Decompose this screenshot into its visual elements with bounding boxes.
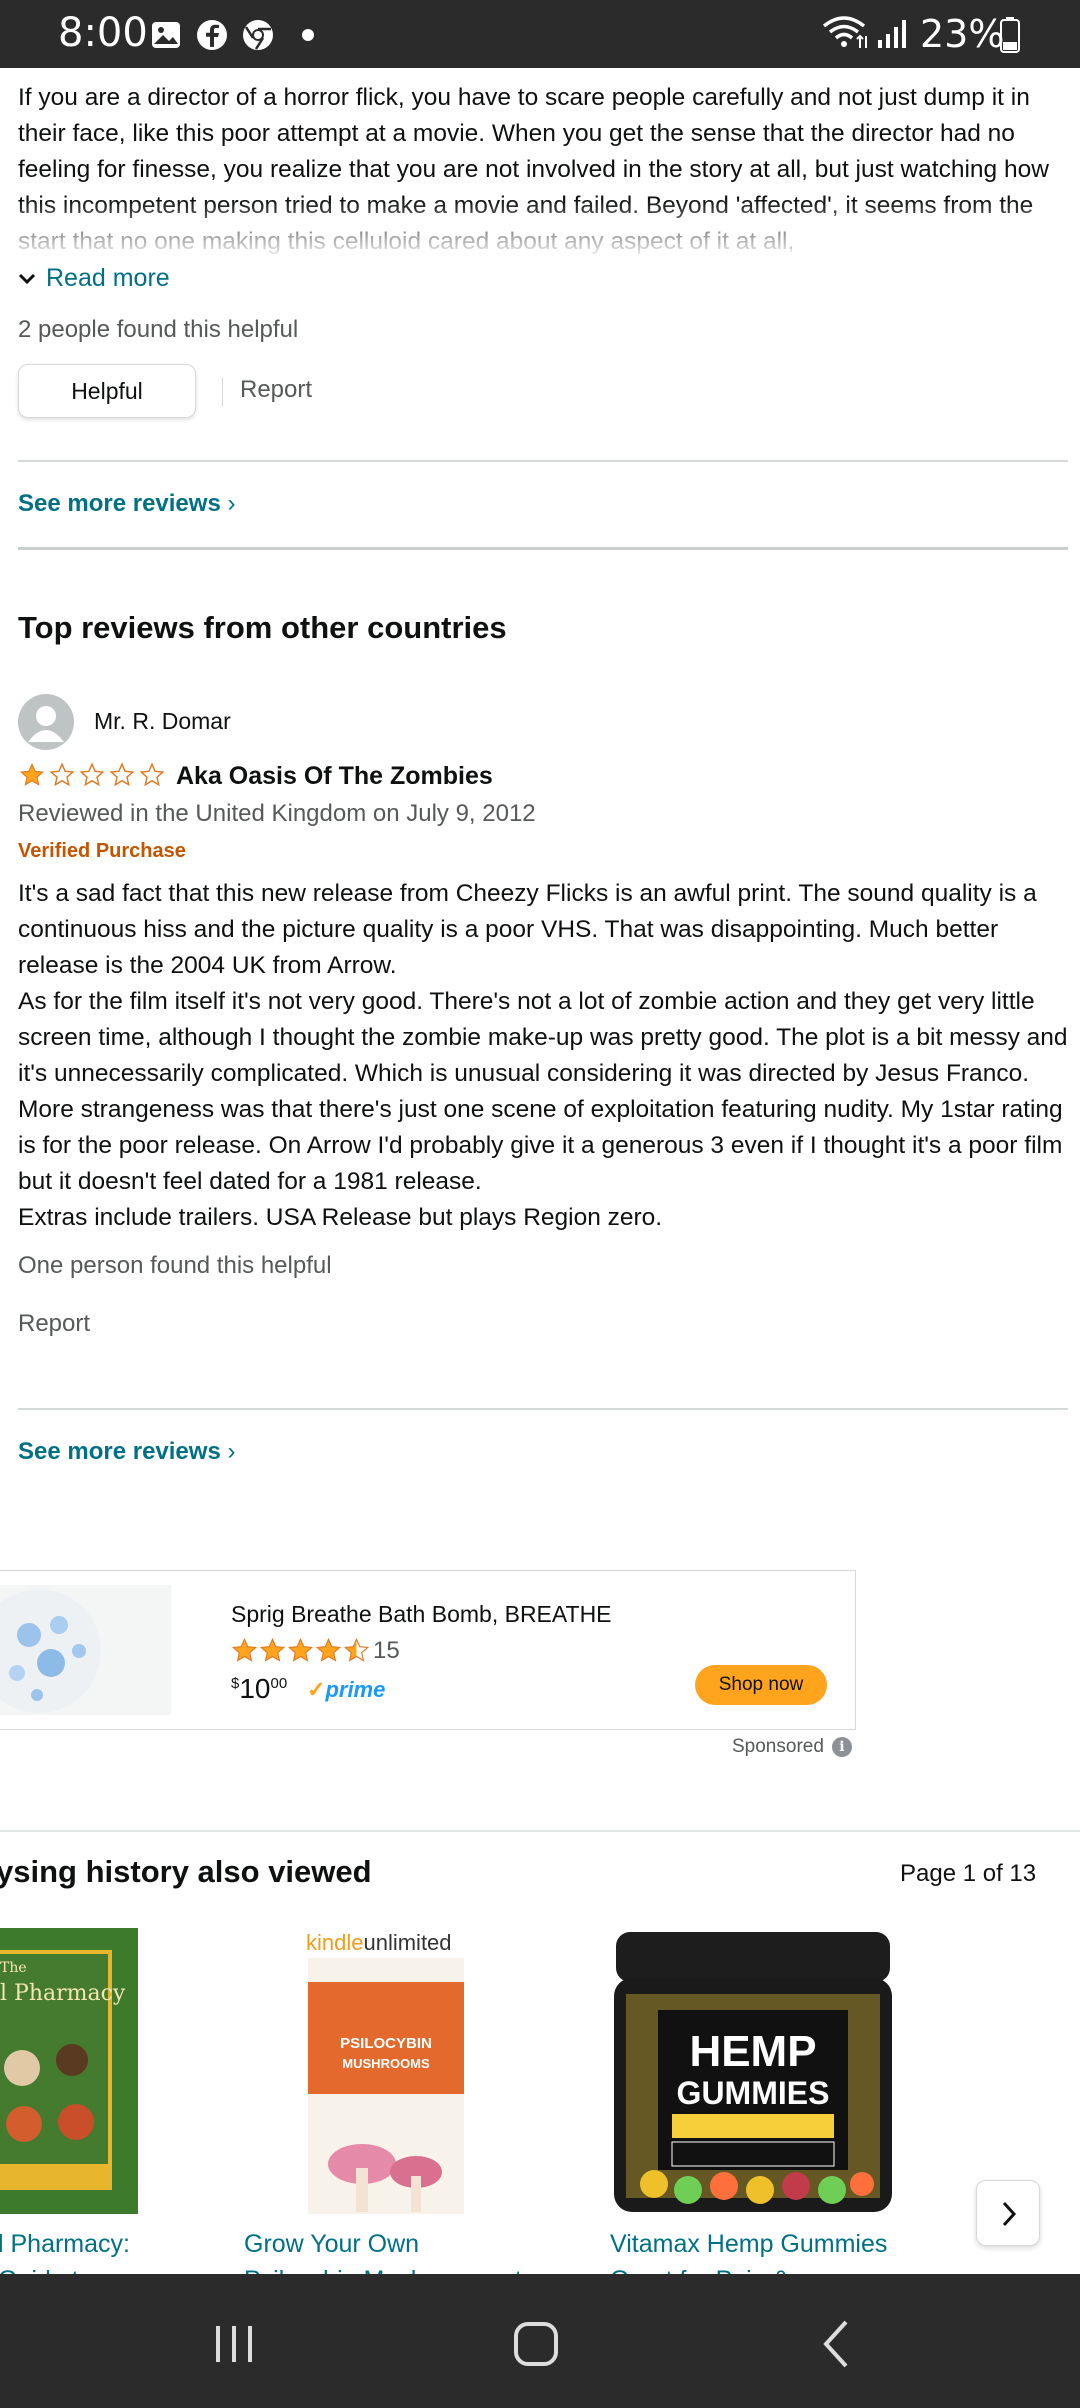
chevron-down-icon <box>18 273 36 284</box>
carousel-label-line: Vitamax Hemp Gummies <box>610 2230 888 2258</box>
wifi-icon <box>822 16 867 48</box>
price-whole: 10 <box>239 1673 271 1704</box>
ad-price: $10 00 <box>231 1673 287 1705</box>
review-text: It's a sad fact that this new release fr… <box>18 876 1068 1236</box>
facebook-icon <box>197 20 227 50</box>
divider <box>18 1408 1068 1410</box>
kindle-unlimited-logo: kindleunlimited <box>306 1930 452 1955</box>
review-paragraph: Extras include trailers. USA Release but… <box>18 1204 663 1231</box>
carousel-title: ysing history also viewed <box>0 1854 372 1889</box>
carousel-item-pharmacy[interactable]: The l Pharmacy <box>0 1928 138 2214</box>
star-empty-icon <box>79 762 105 787</box>
sponsored-text: Sponsored <box>732 1736 824 1757</box>
star-filled-icon <box>19 762 45 786</box>
review-paragraph: It's a sad fact that this new release fr… <box>18 880 1037 979</box>
reviewer-name[interactable]: Mr. R. Domar <box>94 708 231 735</box>
star-filled-icon <box>231 1637 258 1662</box>
bath-bomb-image <box>0 1589 101 1713</box>
see-more-reviews-link[interactable]: See more reviews › <box>18 1438 235 1466</box>
book-cover-text: PSILOCYBIN <box>340 2035 432 2052</box>
chrome-icon <box>243 20 273 50</box>
fade-overlay <box>0 200 1080 260</box>
star-rating <box>18 762 166 788</box>
ad-rating-count[interactable]: 15 <box>373 1637 400 1665</box>
book-cover-image: kindleunlimited PSILOCYBIN MUSHROOMS <box>304 1928 468 2218</box>
info-icon[interactable]: i <box>831 1737 852 1757</box>
ad-product-title[interactable]: Sprig Breathe Bath Bomb, BREATHE <box>231 1601 612 1628</box>
status-bar: 8:00 23% <box>0 0 1080 68</box>
star-filled-icon <box>259 1637 286 1662</box>
helpful-count: One person found this helpful <box>18 1252 332 1279</box>
divider <box>0 1830 1080 1832</box>
battery-percent: 23% <box>920 12 1005 56</box>
shop-now-button[interactable]: Shop now <box>695 1665 827 1705</box>
verified-purchase-badge: Verified Purchase <box>18 840 186 862</box>
star-half-icon <box>343 1637 370 1662</box>
book-cover-text: l Pharmacy <box>0 1981 126 2006</box>
section-divider <box>18 547 1068 550</box>
see-more-label: See more reviews <box>18 1438 221 1465</box>
section-title: Top reviews from other countries <box>18 610 507 645</box>
product-image: HEMP GUMMIES <box>614 1932 892 2212</box>
product-image[interactable] <box>0 1585 171 1715</box>
helpful-button[interactable]: Helpful <box>18 364 196 418</box>
carousel-item-psilocybin[interactable]: kindleunlimited PSILOCYBIN MUSHROOMS <box>304 1928 468 2218</box>
review-title[interactable]: Aka Oasis Of The Zombies <box>176 762 493 791</box>
notification-dot <box>302 29 314 41</box>
signal-icon <box>878 20 906 48</box>
book-cover-text: The <box>0 1960 27 1976</box>
helpful-count: 2 people found this helpful <box>18 316 299 343</box>
back-icon[interactable] <box>808 2314 868 2374</box>
price-fraction: 00 <box>270 1675 288 1692</box>
avatar <box>18 694 74 750</box>
user-icon <box>28 706 64 742</box>
prime-label: prime <box>325 1677 386 1702</box>
chevron-right-icon <box>1002 2201 1017 2227</box>
carousel-label-line: Grow Your Own <box>244 2230 420 2258</box>
star-filled-icon <box>315 1637 342 1662</box>
report-link[interactable]: Report <box>18 1310 90 1338</box>
read-more-link[interactable]: Read more <box>18 264 170 293</box>
recents-icon[interactable] <box>204 2314 264 2374</box>
price-currency: $ <box>231 1675 240 1692</box>
sponsored-label[interactable]: Sponsored i <box>732 1736 852 1758</box>
book-cover-image: The l Pharmacy <box>0 1928 138 2214</box>
page-indicator: Page 1 of 13 <box>900 1860 1037 1887</box>
product-label-text: HEMP <box>689 2027 816 2076</box>
prime-badge: ✓prime <box>307 1677 386 1702</box>
star-empty-icon <box>49 762 75 787</box>
gallery-icon <box>152 22 180 48</box>
star-empty-icon <box>139 762 165 787</box>
carousel-next-button[interactable] <box>976 2180 1040 2246</box>
see-more-label: See more reviews <box>18 490 221 517</box>
see-more-reviews-link[interactable]: See more reviews › <box>18 490 235 518</box>
navigation-bar <box>0 2274 1080 2408</box>
product-label-text: GUMMIES <box>677 2075 830 2111</box>
carousel-item-hemp-gummies[interactable]: HEMP GUMMIES <box>614 1928 892 2218</box>
review-date: Reviewed in the United Kingdom on July 9… <box>18 800 536 827</box>
star-empty-icon <box>109 762 135 787</box>
status-time: 8:00 <box>58 10 148 56</box>
review-paragraph: As for the film itself it's not very goo… <box>18 988 1068 1195</box>
sponsored-ad[interactable]: Sprig Breathe Bath Bomb, BREATHE 15 $10 0… <box>0 1570 856 1730</box>
star-filled-icon <box>287 1637 314 1662</box>
divider <box>18 460 1068 462</box>
separator <box>222 378 223 406</box>
carousel-label-line: l Pharmacy: <box>0 2230 130 2258</box>
home-icon[interactable] <box>506 2314 566 2374</box>
ad-star-rating <box>231 1637 370 1664</box>
report-link[interactable]: Report <box>240 376 312 404</box>
book-cover-text: MUSHROOMS <box>342 2056 430 2071</box>
battery-icon <box>1000 17 1020 53</box>
read-more-label: Read more <box>46 264 170 292</box>
